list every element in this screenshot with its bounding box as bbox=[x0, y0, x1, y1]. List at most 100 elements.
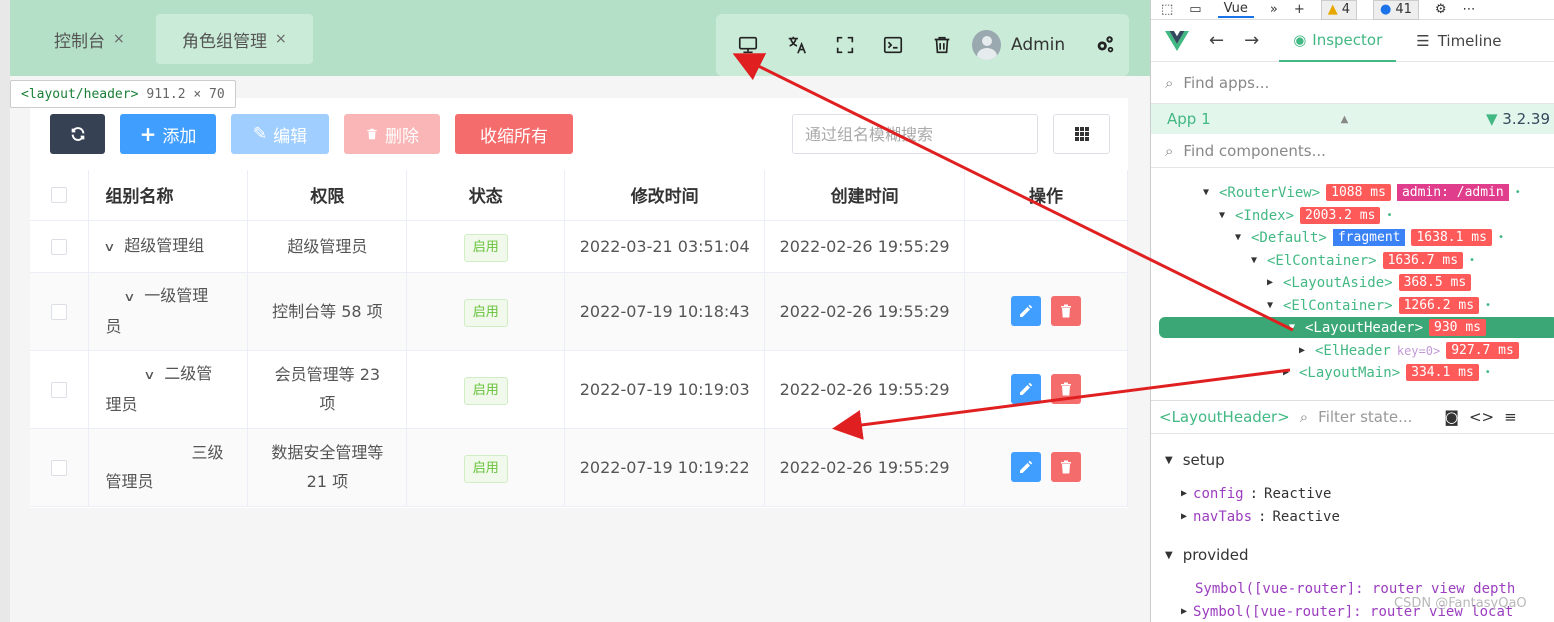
chevron-down-icon[interactable]: ∨ bbox=[104, 233, 116, 262]
node-label: <ElHeader bbox=[1315, 342, 1391, 359]
expand-triangle-icon[interactable]: ▼ bbox=[1289, 322, 1299, 333]
tab-timeline[interactable]: ☰ Timeline bbox=[1416, 32, 1501, 50]
key-attr: key=0> bbox=[1396, 343, 1441, 358]
trash-icon[interactable] bbox=[918, 23, 966, 67]
expand-triangle-icon[interactable]: ▼ bbox=[1219, 210, 1229, 221]
user-name[interactable]: Admin bbox=[1011, 35, 1081, 55]
eye-icon[interactable]: ◙ bbox=[1444, 408, 1459, 426]
chevron-down-icon[interactable]: ∨ bbox=[144, 361, 156, 390]
monitor-icon[interactable] bbox=[724, 23, 772, 67]
messages-badge[interactable]: ● 41 bbox=[1373, 0, 1419, 20]
tab-console[interactable]: 控制台 × bbox=[54, 14, 125, 64]
provided-section-title[interactable]: ▼ provided bbox=[1151, 543, 1554, 567]
render-time-badge: 368.5 ms bbox=[1398, 274, 1472, 291]
chevron-down-icon[interactable]: ∨ bbox=[124, 283, 136, 312]
expand-triangle-icon[interactable]: ▼ bbox=[1251, 255, 1261, 266]
terminal-icon[interactable] bbox=[869, 23, 917, 67]
new-tab-icon[interactable]: + bbox=[1294, 2, 1305, 17]
pencil-icon: ✎ bbox=[252, 124, 268, 144]
row-checkbox[interactable] bbox=[51, 239, 68, 255]
expand-triangle-icon[interactable]: ▶ bbox=[1299, 345, 1309, 356]
refresh-button[interactable] bbox=[50, 114, 105, 154]
section-title: provided bbox=[1182, 546, 1249, 564]
tree-node-layoutaside[interactable]: ▶ <LayoutAside> 368.5 ms bbox=[1267, 272, 1472, 293]
row-edit-button[interactable] bbox=[1011, 296, 1042, 327]
tree-node-layoutmain[interactable]: ▶ <LayoutMain> 334.1 ms • bbox=[1283, 362, 1491, 383]
tree-node-index[interactable]: ▼ <Index> 2003.2 ms • bbox=[1219, 205, 1393, 226]
group-name-line: 理员 bbox=[105, 395, 138, 414]
row-edit-button[interactable] bbox=[1011, 452, 1042, 483]
column-toggle-button[interactable] bbox=[1053, 114, 1110, 154]
row-checkbox[interactable] bbox=[51, 460, 68, 476]
vue-panel-tab[interactable]: Vue bbox=[1217, 1, 1254, 18]
expand-triangle-icon[interactable]: ▶ bbox=[1267, 277, 1277, 288]
render-time-badge: 1088 ms bbox=[1326, 184, 1391, 201]
tree-node-routerview[interactable]: ▼ <RouterView> 1088 ms admin: /admin • bbox=[1203, 182, 1521, 203]
collapse-all-button[interactable]: 收缩所有 bbox=[455, 114, 573, 154]
rules-cell: 超级管理员 bbox=[247, 220, 408, 273]
row-delete-button[interactable] bbox=[1050, 296, 1081, 327]
translate-icon[interactable] bbox=[772, 23, 820, 67]
expand-triangle-icon[interactable]: ▼ bbox=[1235, 232, 1245, 243]
tree-node-elcontainer[interactable]: ▼ <ElContainer> 1266.2 ms • bbox=[1267, 295, 1491, 316]
expand-triangle-icon: ▶ bbox=[1181, 488, 1188, 499]
device-toggle-icon[interactable]: ▭ bbox=[1189, 2, 1201, 17]
row-delete-button[interactable] bbox=[1050, 374, 1081, 405]
search-input[interactable] bbox=[792, 114, 1038, 154]
expand-triangle-icon[interactable]: ▼ bbox=[1203, 187, 1213, 198]
setup-section-title[interactable]: ▼ setup bbox=[1151, 448, 1554, 472]
inspect-element-icon[interactable]: ⬚ bbox=[1161, 2, 1173, 17]
element-highlight-tooltip: <layout/header> 911.2 × 70 bbox=[10, 80, 236, 108]
column-header: 组别名称 bbox=[88, 170, 249, 221]
table-header-row: 组别名称 权限 状态 修改时间 创建时间 操作 bbox=[30, 170, 1128, 221]
fragment-badge: fragment bbox=[1332, 229, 1406, 246]
forward-arrow-icon[interactable]: → bbox=[1244, 30, 1259, 51]
inspector-label: Inspector bbox=[1312, 30, 1383, 49]
refresh-icon bbox=[71, 127, 84, 141]
tree-node-elheader[interactable]: ▶ <ElHeader key=0> 927.7 ms bbox=[1299, 340, 1519, 361]
node-label: <LayoutMain> bbox=[1299, 364, 1401, 381]
render-time-badge: 927.7 ms bbox=[1446, 342, 1519, 359]
code-icon[interactable]: <> bbox=[1469, 408, 1494, 426]
tree-node-default[interactable]: ▼ <Default> fragment 1638.1 ms • bbox=[1235, 227, 1504, 248]
settings-gear-icon[interactable]: ⚙ bbox=[1435, 2, 1447, 17]
row-delete-button[interactable] bbox=[1050, 452, 1081, 483]
row-checkbox[interactable] bbox=[51, 304, 68, 320]
expand-triangle-icon[interactable]: ▶ bbox=[1283, 367, 1293, 378]
expand-triangle-icon[interactable]: ▼ bbox=[1267, 300, 1277, 311]
find-components-placeholder: Find components... bbox=[1183, 141, 1326, 160]
select-all-checkbox[interactable] bbox=[51, 186, 68, 203]
find-components-search[interactable]: ⌕ Find components... bbox=[1151, 134, 1554, 168]
app-selector[interactable]: App 1 ▲ ▼ 3.2.39 bbox=[1151, 104, 1554, 134]
tab-inspector[interactable]: ◉ Inspector bbox=[1279, 20, 1397, 62]
rules-cell: 控制台等 58 项 bbox=[247, 272, 408, 351]
edit-button[interactable]: ✎ 编辑 bbox=[231, 114, 329, 154]
row-checkbox[interactable] bbox=[51, 382, 68, 398]
back-arrow-icon[interactable]: ← bbox=[1209, 30, 1224, 51]
customize-icon[interactable]: ⋯ bbox=[1463, 2, 1476, 17]
selected-component-name: <LayoutHeader> bbox=[1159, 408, 1290, 426]
fullscreen-icon[interactable] bbox=[821, 23, 869, 67]
rules-cell: 数据安全管理等 21 项 bbox=[247, 428, 408, 507]
row-edit-button[interactable] bbox=[1011, 374, 1042, 405]
tree-node-layoutheader-selected[interactable]: ▼ <LayoutHeader> 930 ms bbox=[1159, 317, 1554, 338]
component-tree: ▼ <RouterView> 1088 ms admin: /admin • ▼… bbox=[1151, 180, 1554, 402]
state-prop[interactable]: ▶ navTabs: Reactive bbox=[1151, 505, 1554, 528]
delete-button[interactable]: 删除 bbox=[344, 114, 440, 154]
state-prop[interactable]: ▶ config: Reactive bbox=[1151, 482, 1554, 505]
tree-node-elcontainer[interactable]: ▼ <ElContainer> 1636.7 ms • bbox=[1251, 250, 1475, 271]
add-button[interactable]: + 添加 bbox=[120, 114, 216, 154]
tab-close-icon[interactable]: × bbox=[113, 31, 125, 47]
scroll-to-icon[interactable]: ≡ bbox=[1504, 408, 1517, 426]
avatar[interactable] bbox=[971, 30, 1001, 60]
filter-state-input[interactable]: Filter state... bbox=[1318, 408, 1412, 426]
find-apps-search[interactable]: ⌕ Find apps... bbox=[1151, 62, 1554, 104]
more-tabs-icon[interactable]: » bbox=[1270, 2, 1278, 17]
updated-time-cell: 2022-07-19 10:19:03 bbox=[564, 350, 766, 429]
warnings-badge[interactable]: ▲ 4 bbox=[1320, 0, 1357, 20]
rules-line: 会员管理等 23 bbox=[274, 365, 381, 384]
tab-close-icon[interactable]: × bbox=[275, 31, 287, 47]
group-name-cell: ∨ 一级管理 员 bbox=[88, 272, 249, 351]
tab-role-group[interactable]: 角色组管理 × bbox=[156, 14, 313, 64]
gears-icon[interactable] bbox=[1081, 23, 1129, 67]
